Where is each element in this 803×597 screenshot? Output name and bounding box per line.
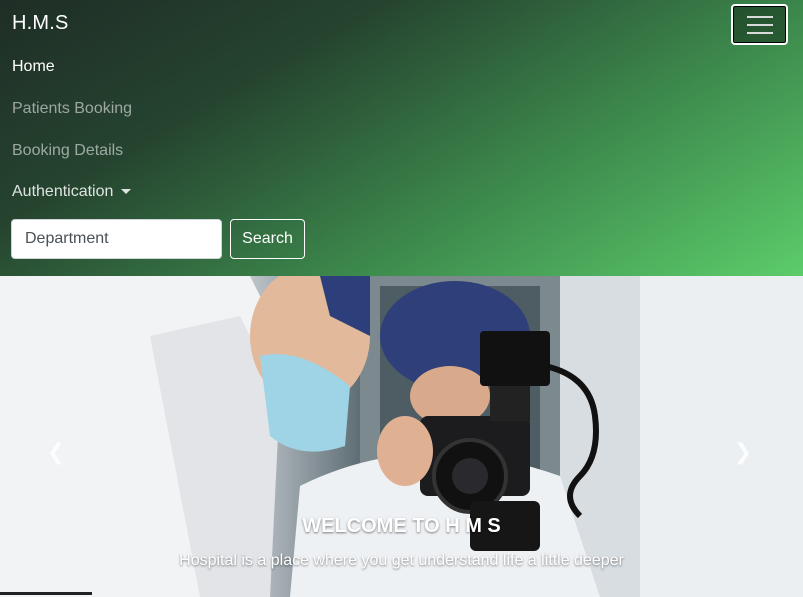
nav-item-authentication[interactable]: Authentication <box>12 183 132 201</box>
navbar-toggler-button[interactable] <box>731 4 788 45</box>
hero-carousel: ❮ ❯ WELCOME TO H M S Hospital is a place… <box>0 276 803 597</box>
navbar: H.M.S Home Patients Booking Booking Deta… <box>0 0 803 276</box>
nav-item-home[interactable]: Home <box>12 58 55 76</box>
hero-image <box>0 276 803 597</box>
search-input[interactable] <box>11 219 222 259</box>
chevron-right-icon[interactable]: ❯ <box>733 441 753 463</box>
carousel-caption-title: WELCOME TO H M S <box>302 515 501 537</box>
brand-logo[interactable]: H.M.S <box>12 12 69 35</box>
caret-down-icon <box>121 189 132 195</box>
carousel-caption-text: Hospital is a place where you get unders… <box>179 552 624 569</box>
nav-item-booking-details[interactable]: Booking Details <box>12 142 123 160</box>
nav-item-patients-booking[interactable]: Patients Booking <box>12 100 132 118</box>
carousel-indicator[interactable] <box>0 592 92 595</box>
nav-item-authentication-label: Authentication <box>12 183 114 200</box>
chevron-left-icon[interactable]: ❮ <box>46 441 66 463</box>
search-button[interactable]: Search <box>230 219 305 259</box>
